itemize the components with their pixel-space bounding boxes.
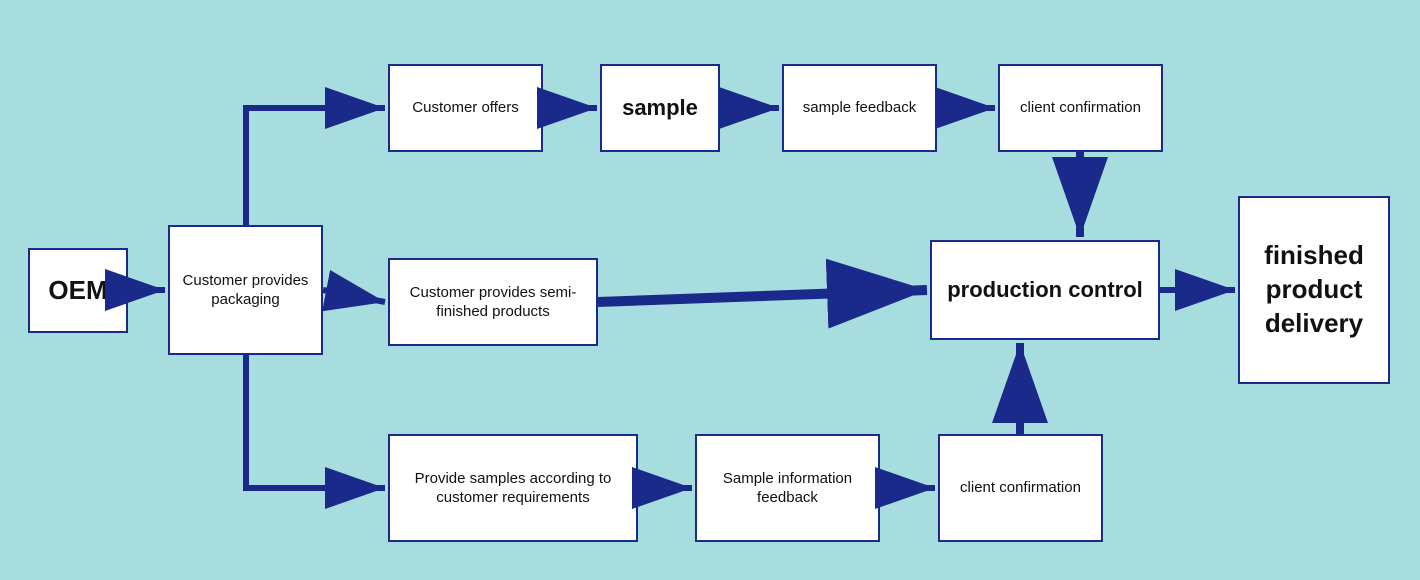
sample-info-feedback-box: Sample information feedback bbox=[695, 434, 880, 542]
customer-offers-box: Customer offers bbox=[388, 64, 543, 152]
semi-finished-box: Customer provides semi-finished products bbox=[388, 258, 598, 346]
customer-packaging-box: Customer provides packaging bbox=[168, 225, 323, 355]
client-confirm-top-box: client confirmation bbox=[998, 64, 1163, 152]
production-control-box: production control bbox=[930, 240, 1160, 340]
finished-delivery-box: finished product delivery bbox=[1238, 196, 1390, 384]
provide-samples-box: Provide samples according to customer re… bbox=[388, 434, 638, 542]
client-confirm-bottom-box: client confirmation bbox=[938, 434, 1103, 542]
sample-box: sample bbox=[600, 64, 720, 152]
diagram: OEM Customer provides packaging Customer… bbox=[0, 0, 1420, 580]
oem-box: OEM bbox=[28, 248, 128, 333]
sample-feedback-box: sample feedback bbox=[782, 64, 937, 152]
